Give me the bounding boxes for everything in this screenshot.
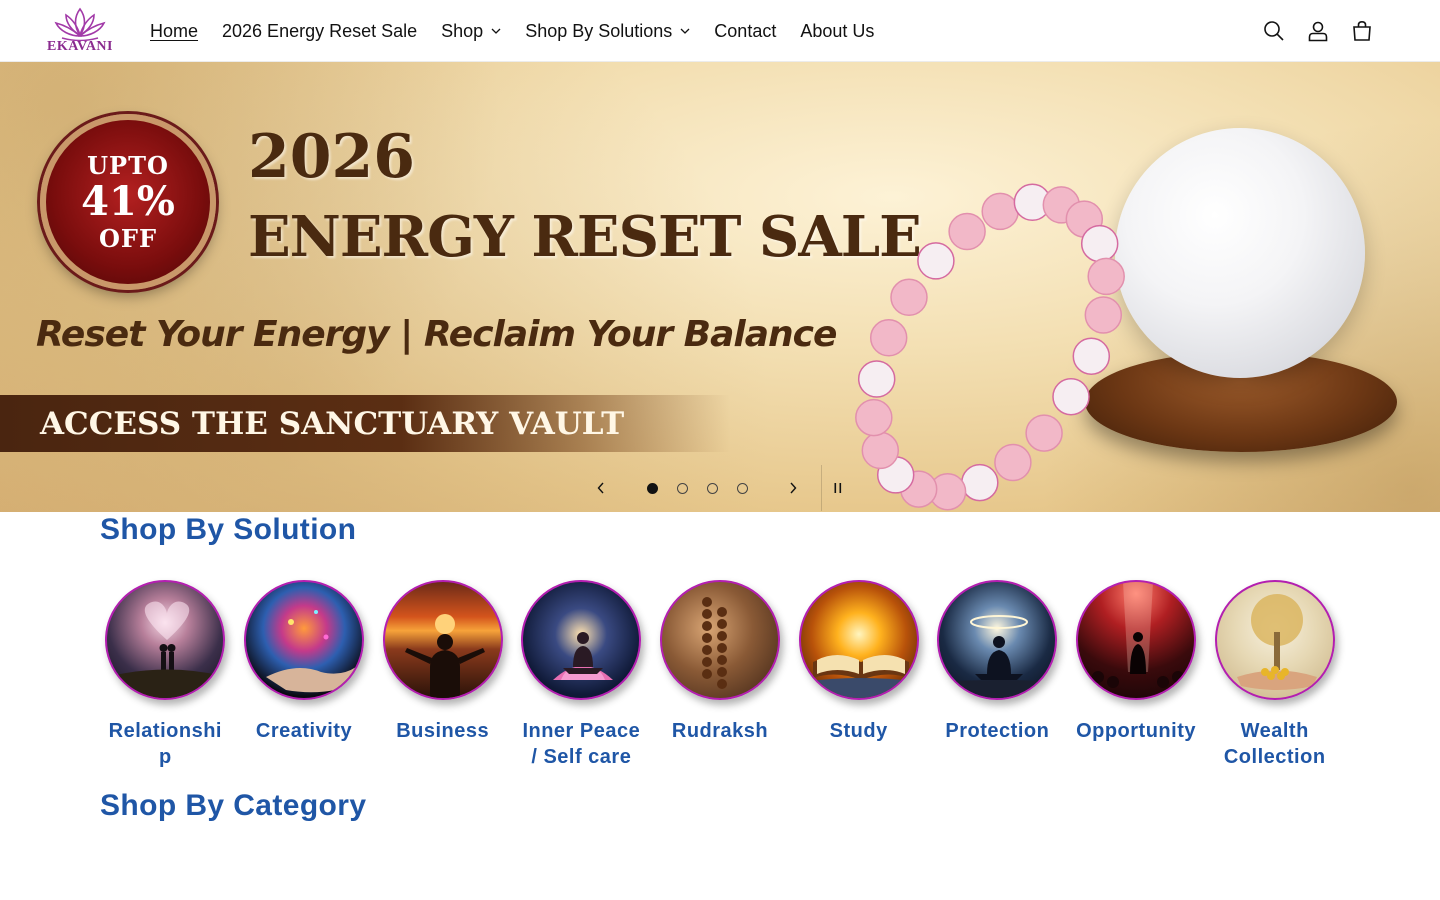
badge-off: OFF [99,224,157,253]
solution-protection[interactable]: Protection [928,580,1067,770]
slide-dot-3[interactable] [706,482,718,494]
pause-icon [834,483,842,493]
slide-dots [637,482,757,494]
bracelet-bead [857,360,896,398]
nav-label: Home [150,20,199,41]
next-slide-button[interactable] [777,464,809,512]
chevron-right-icon [790,482,797,494]
bracelet-bead [981,192,1019,231]
bracelet-bead [994,443,1032,482]
rose-quartz-bracelet-image [855,183,1125,511]
badge-percent: 41% [81,178,175,225]
nav-about-us[interactable]: About Us [800,21,874,42]
nav-energy-reset-sale[interactable]: 2026 Energy Reset Sale [222,21,417,42]
solution-relationship[interactable]: Relationship [96,580,235,770]
brand-name: EKAVANI [46,39,113,54]
nav-label: About Us [800,20,875,41]
solution-wealth-collection[interactable]: Wealth Collection [1205,580,1344,770]
main-nav: Home 2026 Energy Reset Sale Shop Shop By… [150,0,898,62]
cart-icon[interactable] [1340,9,1384,53]
nav-label: Contact [714,20,777,41]
bracelet-bead [948,212,986,251]
hero-title: ENERGY RESET SALE [248,204,922,270]
nav-home[interactable]: Home [150,21,198,42]
solution-label: Wealth Collection [1223,720,1326,768]
solution-business[interactable]: Business [373,580,512,770]
shop-by-category-heading: Shop By Category [100,789,367,822]
solution-label: Rudraksh [671,720,769,742]
slide-dot-1[interactable] [646,482,658,494]
brand-logo[interactable]: EKAVANI [46,5,114,59]
search-icon[interactable] [1252,9,1296,53]
bracelet-bead [861,431,900,470]
bracelet-bead [1052,377,1090,416]
chevron-left-icon [597,482,604,494]
discount-badge: UPTO 41% OFF [40,114,216,290]
nav-shop-by-solutions[interactable]: Shop By Solutions [525,21,690,42]
solution-label: Study [829,720,888,742]
solution-list: Relationship Creativity Business Inner P… [96,580,1344,770]
wealth-collection-image [1214,580,1335,700]
nav-label: Shop By Solutions [525,20,673,41]
selenite-sphere-image [1115,128,1365,378]
header-actions [1252,0,1384,62]
bracelet-bead [1087,257,1125,296]
slide-dot-4[interactable] [736,482,748,494]
slide-dot-2[interactable] [676,482,688,494]
solution-label: Opportunity [1076,720,1196,742]
hero-tagline: Reset Your Energy | Reclaim Your Balance [36,314,837,355]
nav-label: Shop [441,20,484,41]
badge-upto: UPTO [87,151,169,180]
bracelet-bead [1025,414,1063,452]
previous-slide-button[interactable] [585,464,617,512]
solution-rudraksh[interactable]: Rudraksh [651,580,790,770]
bracelet-bead [961,463,999,502]
hero-cta-banner[interactable]: ACCESS THE SANCTUARY VAULT [0,395,730,452]
bracelet-bead [1080,224,1119,263]
bracelet-bead [917,242,955,280]
nav-shop[interactable]: Shop [441,21,501,42]
relationship-image [105,580,226,700]
opportunity-image [1076,580,1197,700]
bracelet-bead [890,278,928,317]
protection-image [937,580,1058,700]
rudraksh-image [660,580,781,700]
business-image [382,580,503,700]
bracelet-bead [855,398,893,437]
pause-slideshow-button[interactable] [822,464,854,512]
nav-label: 2026 Energy Reset Sale [222,20,418,41]
solution-opportunity[interactable]: Opportunity [1067,580,1206,770]
nav-contact[interactable]: Contact [714,21,776,42]
lotus-logo-icon [54,7,106,41]
chevron-down-icon [680,28,690,34]
solution-creativity[interactable]: Creativity [235,580,374,770]
bracelet-bead [1072,337,1111,375]
bracelet-bead [1084,296,1123,334]
study-image [798,580,919,700]
solution-label: Creativity [255,720,353,742]
solution-label: Relationship [108,720,222,768]
account-icon[interactable] [1296,9,1340,53]
bracelet-bead [869,319,908,357]
chevron-down-icon [491,28,501,34]
solution-study[interactable]: Study [789,580,928,770]
shop-by-solution-heading: Shop By Solution [100,513,357,546]
hero-slideshow[interactable]: UPTO 41% OFF 2026 ENERGY RESET SALE Rese… [0,62,1440,512]
solution-label: Business [396,720,490,742]
solution-label: Inner Peace / Self care [522,720,641,768]
solution-label: Protection [945,720,1050,742]
hero-cta-label: ACCESS THE SANCTUARY VAULT [40,405,625,442]
site-header: EKAVANI Home 2026 Energy Reset Sale Shop… [0,0,1440,62]
slideshow-controls [585,464,854,512]
solution-inner-peace[interactable]: Inner Peace / Self care [512,580,651,770]
creativity-image [244,580,364,700]
inner-peace-image [521,580,642,700]
hero-year: 2026 [248,122,415,192]
